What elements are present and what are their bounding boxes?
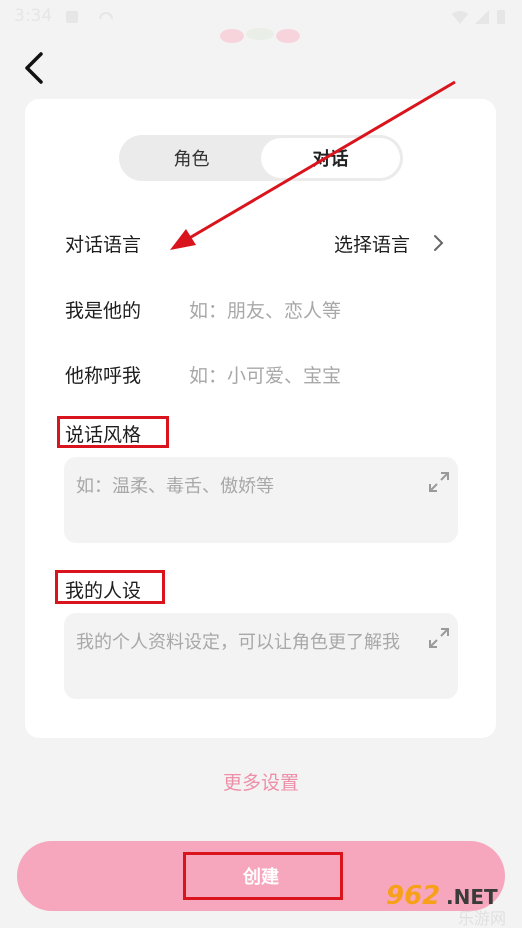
annotation-box-create	[183, 852, 343, 900]
svg-text:.NET: .NET	[446, 885, 498, 909]
nickname-label: 他称呼我	[65, 365, 142, 387]
tab-dialog[interactable]: 对话	[261, 138, 400, 178]
watermark-logo: 962 .NET 乐游网	[386, 881, 506, 926]
speaking-style-placeholder: 如：温柔、毒舌、傲娇等	[76, 476, 274, 497]
svg-text:乐游网: 乐游网	[458, 909, 506, 926]
signal-icon	[475, 10, 489, 24]
expand-icon[interactable]	[428, 627, 450, 649]
nickname-input[interactable]: 如：小可爱、宝宝	[189, 361, 341, 388]
chevron-left-icon	[25, 52, 43, 84]
status-time: 3:34	[14, 6, 53, 26]
mode-tabs: 角色 对话	[119, 135, 403, 181]
annotation-box-persona	[55, 570, 165, 604]
avatar-sticker	[220, 28, 300, 43]
back-button[interactable]	[14, 48, 54, 88]
annotation-box-style	[57, 416, 169, 448]
my-persona-placeholder: 我的个人资料设定，可以让角色更了解我	[76, 632, 400, 653]
expand-icon[interactable]	[428, 471, 450, 493]
more-settings-link[interactable]: 更多设置	[0, 768, 522, 795]
speaking-style-input[interactable]: 如：温柔、毒舌、傲娇等	[64, 457, 458, 543]
relation-input[interactable]: 如：朋友、恋人等	[189, 296, 341, 323]
chevron-right-icon	[434, 235, 444, 251]
battery-icon	[497, 10, 505, 24]
sync-icon	[99, 12, 113, 20]
language-select[interactable]: 选择语言	[334, 228, 454, 258]
tab-role[interactable]: 角色	[122, 138, 261, 178]
dialog-language-label: 对话语言	[65, 234, 142, 256]
my-persona-input[interactable]: 我的个人资料设定，可以让角色更了解我	[64, 613, 458, 699]
language-select-value: 选择语言	[334, 233, 411, 256]
notification-icon	[66, 11, 78, 23]
svg-text:962: 962	[386, 881, 440, 911]
wifi-icon	[452, 10, 468, 24]
relation-label: 我是他的	[65, 300, 142, 322]
